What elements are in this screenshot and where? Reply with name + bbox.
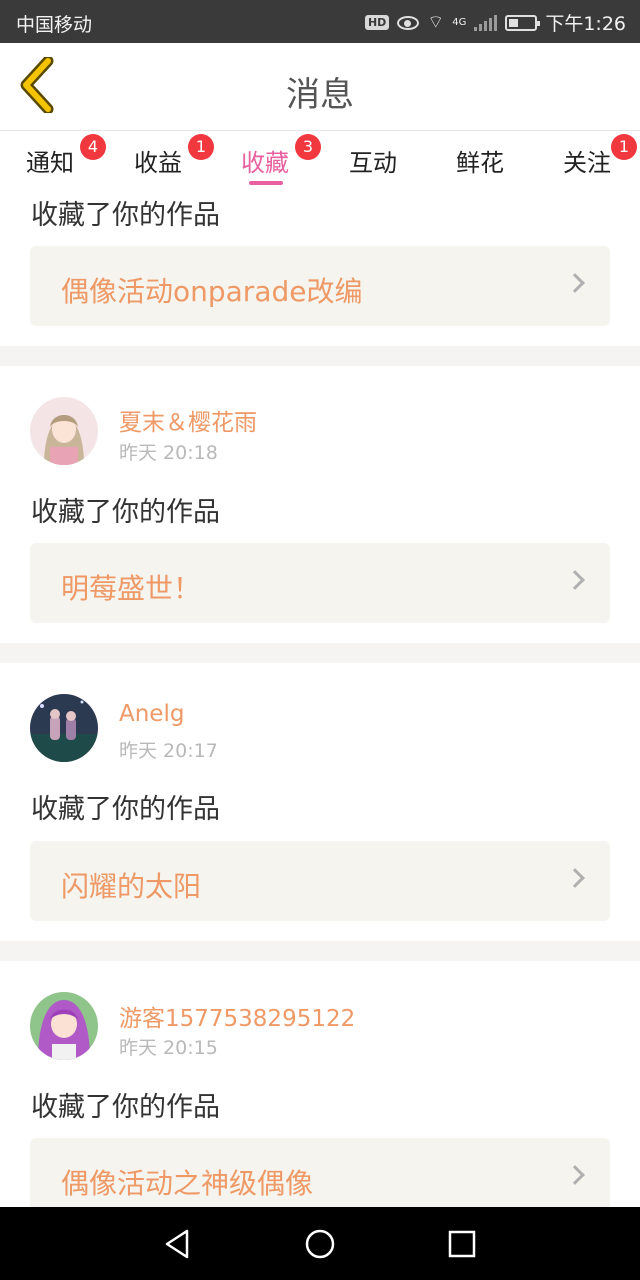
work-card[interactable]: 偶像活动onparade改编 (30, 246, 610, 326)
work-card[interactable]: 明莓盛世！ (30, 543, 610, 623)
tab-bar: 通知 4 收益 1 收藏 3 互动 鲜花 关注 1 (0, 131, 640, 189)
tab-earnings[interactable]: 收益 1 (134, 134, 214, 178)
divider (0, 941, 640, 961)
work-card[interactable]: 偶像活动之神级偶像 (30, 1138, 610, 1207)
user-name[interactable]: 游客1577538295122 (119, 999, 355, 1033)
unread-badge: 3 (295, 134, 321, 160)
unread-badge: 4 (80, 134, 106, 160)
chevron-right-icon (565, 1165, 585, 1185)
work-title: 明莓盛世！ (61, 572, 202, 605)
active-tab-indicator (249, 181, 283, 185)
action-text: 收藏了你的作品 (31, 794, 220, 825)
user-name[interactable]: Anelg (119, 701, 184, 727)
timestamp: 昨天 20:15 (119, 1037, 218, 1059)
user-name[interactable]: 夏末＆樱花雨 (119, 403, 257, 437)
battery-icon (505, 14, 541, 31)
network-type: 4G (452, 17, 467, 28)
tab-label: 鲜花 (456, 149, 504, 177)
tab-favorites[interactable]: 收藏 3 (241, 134, 321, 178)
status-time: 下午1:26 (545, 13, 626, 35)
chevron-right-icon (565, 273, 585, 293)
back-triangle-icon[interactable] (161, 1227, 195, 1261)
avatar[interactable] (30, 397, 98, 465)
divider (0, 643, 640, 663)
work-title: 闪耀的太阳 (61, 870, 202, 903)
recents-square-icon[interactable] (445, 1227, 479, 1261)
app-header: 消息 (0, 43, 640, 131)
wifi-icon: ⌔ (427, 12, 445, 33)
tab-follows[interactable]: 关注 1 (563, 134, 637, 178)
home-circle-icon[interactable] (303, 1227, 337, 1261)
chevron-right-icon (565, 868, 585, 888)
action-text: 收藏了你的作品 (31, 497, 220, 528)
work-card[interactable]: 闪耀的太阳 (30, 841, 610, 921)
unread-badge: 1 (188, 134, 214, 160)
work-title: 偶像活动之神级偶像 (61, 1167, 314, 1200)
tab-label: 通知 (26, 149, 74, 177)
avatar[interactable] (30, 992, 98, 1060)
hd-icon: HD (364, 15, 390, 30)
page-title: 消息 (286, 75, 354, 115)
work-title: 偶像活动onparade改编 (61, 275, 363, 308)
action-text: 收藏了你的作品 (31, 1092, 220, 1123)
carrier-name: 中国移动 (16, 14, 93, 36)
tab-label: 收益 (134, 149, 182, 177)
timestamp: 昨天 20:18 (119, 442, 218, 464)
tab-flowers[interactable]: 鲜花 (456, 143, 504, 178)
system-nav-bar (0, 1207, 640, 1280)
tab-label: 关注 (563, 149, 611, 177)
status-bar: 中国移动 HD ⌔ 4G 下午1:26 (0, 0, 640, 43)
avatar[interactable] (30, 694, 98, 762)
divider (0, 346, 640, 366)
tab-label: 互动 (349, 149, 397, 177)
action-text: 收藏了你的作品 (31, 200, 220, 231)
chevron-right-icon (565, 570, 585, 590)
tab-notifications[interactable]: 通知 4 (26, 134, 106, 178)
unread-badge: 1 (611, 134, 637, 160)
timestamp: 昨天 20:17 (119, 740, 218, 762)
message-list[interactable]: 收藏了你的作品 偶像活动onparade改编 夏末＆樱花雨 昨天 20:18 收… (0, 189, 640, 1207)
signal-icon (474, 14, 498, 31)
tab-label: 收藏 (241, 149, 289, 177)
eye-icon (397, 15, 420, 30)
tab-interactions[interactable]: 互动 (349, 143, 397, 178)
